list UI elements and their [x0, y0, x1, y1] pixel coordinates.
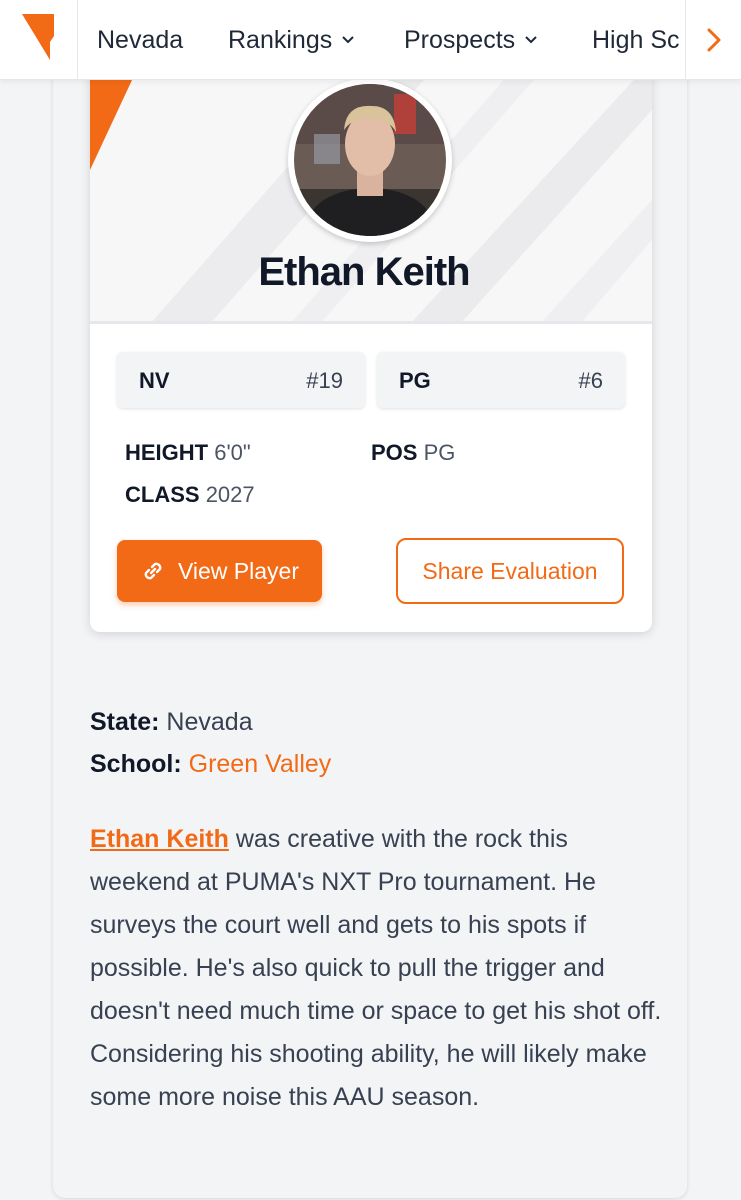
- nav-item-label: High Sc: [592, 25, 680, 54]
- height-label: HEIGHT: [125, 440, 209, 465]
- avatar: [288, 78, 452, 242]
- nav-item-label: Nevada: [97, 25, 184, 54]
- pos-label: POS: [371, 440, 418, 465]
- class-value: 2027: [205, 482, 255, 507]
- player-name: Ethan Keith: [258, 250, 470, 294]
- link-icon: [144, 562, 162, 580]
- nav-item-label: Rankings: [228, 25, 333, 54]
- nav-item-high-school[interactable]: High Sc: [592, 0, 680, 79]
- player-card: Ethan Keith NV #19 PG #6 HEIGHT 6'0" POS…: [90, 50, 652, 632]
- state-label: State:: [90, 708, 160, 736]
- pos-value: PG: [423, 440, 456, 465]
- school-label: School:: [90, 750, 182, 778]
- rank-label: NV: [139, 368, 170, 393]
- position-rank-badge: PG #6: [377, 352, 625, 408]
- school-detail: School: Green Valley: [90, 750, 331, 779]
- state-rank-badge: NV #19: [117, 352, 365, 408]
- position-attribute: POS PG: [371, 440, 455, 466]
- rank-value: #6: [578, 368, 603, 393]
- site-logo[interactable]: [0, 0, 78, 79]
- chevron-down-icon: [342, 36, 354, 44]
- nav-item-prospects[interactable]: Prospects: [404, 0, 537, 79]
- chevron-right-icon: [707, 28, 720, 52]
- nav-item-label: Prospects: [404, 25, 516, 54]
- rank-value: #19: [306, 368, 343, 393]
- top-nav: Nevada Rankings Prospects High Sc: [0, 0, 741, 80]
- view-player-button[interactable]: View Player: [117, 540, 322, 602]
- state-detail: State: Nevada: [90, 708, 253, 737]
- evaluation-body: was creative with the rock this weekend …: [90, 825, 662, 1111]
- view-player-label: View Player: [177, 557, 300, 584]
- player-name-link[interactable]: Ethan Keith: [90, 825, 229, 853]
- player-card-header: Ethan Keith: [90, 50, 652, 324]
- evaluation-text: Ethan Keith was creative with the rock t…: [90, 818, 665, 1119]
- chevron-down-icon: [525, 36, 537, 44]
- nav-item-rankings[interactable]: Rankings: [228, 0, 354, 79]
- school-link[interactable]: Green Valley: [189, 750, 332, 778]
- player-photo: [294, 84, 446, 236]
- share-evaluation-button[interactable]: Share Evaluation: [396, 538, 624, 604]
- height-attribute: HEIGHT 6'0": [125, 440, 251, 466]
- nevada-state-logo-icon: [22, 14, 54, 60]
- class-label: CLASS: [125, 482, 200, 507]
- share-evaluation-label: Share Evaluation: [422, 557, 598, 584]
- rank-label: PG: [399, 368, 431, 393]
- height-value: 6'0": [214, 440, 251, 465]
- class-attribute: CLASS 2027: [125, 482, 255, 508]
- nav-scroll-right-button[interactable]: [685, 0, 741, 79]
- nav-item-nevada[interactable]: Nevada: [97, 0, 184, 79]
- state-value: Nevada: [166, 708, 253, 736]
